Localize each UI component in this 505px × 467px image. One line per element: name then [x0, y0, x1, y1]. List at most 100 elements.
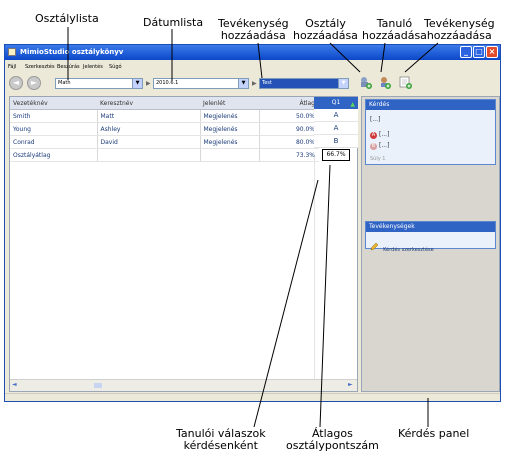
header-attendance[interactable]: Jelenlét: [200, 97, 259, 110]
separator-arrow-icon: ▶: [146, 80, 151, 87]
separator-arrow-icon: ▶: [252, 80, 257, 87]
callout-question-panel: Kérdés panel: [398, 427, 470, 440]
answer-b-text: [...]: [379, 142, 390, 149]
question-header[interactable]: Q1 ▲: [314, 97, 358, 109]
toolbar: ◄ ► Math ▼ ▶ 2010.6.1 ▼ ▶ Test ▼: [5, 72, 500, 94]
menu-file[interactable]: Fájl: [8, 64, 16, 70]
title-bar: MimioStudio osztálykönyv _ □ ×: [5, 45, 500, 60]
callout-student-answers: Tanulói válaszok kérdésenként: [176, 428, 266, 452]
callout-date-list: Dátumlista: [143, 16, 204, 29]
answer-cell[interactable]: B: [314, 135, 358, 148]
question-text: [...]: [370, 116, 381, 123]
cell-last-name[interactable]: Smith: [10, 109, 97, 123]
activities-box: Tevékenységek Kérdés szerkesztése: [365, 221, 496, 253]
callout-add-student-text: Tanuló hozzáadása: [362, 17, 427, 42]
cell-average: 80.0%: [258, 135, 319, 149]
window-title: MimioStudio osztálykönyv: [20, 48, 124, 56]
header-average[interactable]: Átlag: [259, 97, 319, 110]
scroll-right-icon[interactable]: ►: [348, 381, 353, 388]
minimize-button[interactable]: _: [460, 46, 472, 58]
callout-add-class-text: Osztály hozzáadása: [293, 17, 358, 42]
add-student-icon[interactable]: [378, 76, 391, 89]
close-button[interactable]: ×: [486, 46, 498, 58]
table-row[interactable]: Smith Matt Megjelenés 50.0%: [10, 109, 319, 123]
question-box: Kérdés [...] A [...] B [...] Súly 1: [365, 99, 496, 165]
add-activity-icon[interactable]: [399, 76, 412, 89]
maximize-button[interactable]: □: [473, 46, 485, 58]
horizontal-scrollbar[interactable]: ◄ ►: [10, 379, 357, 391]
cell-attendance[interactable]: Megjelenés: [199, 109, 259, 123]
table-header-row: Vezetéknév Keresztnév Jelenlét Átlag: [10, 97, 319, 110]
menu-help[interactable]: Súgó: [109, 64, 122, 70]
cell-average: 50.0%: [258, 109, 319, 123]
answer-cell[interactable]: A: [314, 122, 358, 135]
callout-student-answers-text: Tanulói válaszok kérdésenként: [176, 427, 266, 452]
callout-add-activity-2: Tevékenység hozzáadása: [424, 18, 495, 42]
activity-list-dropdown-icon[interactable]: ▼: [338, 79, 348, 88]
table-row[interactable]: Conrad David Megjelenés 80.0%: [10, 135, 319, 149]
class-average-value: 73.3%: [258, 148, 319, 162]
question-box-title: Kérdés: [366, 100, 495, 110]
activity-list-value: Test: [262, 80, 272, 86]
cell-last-name[interactable]: Young: [10, 122, 97, 136]
cell-last-name[interactable]: Conrad: [10, 135, 97, 149]
scroll-left-icon[interactable]: ◄: [12, 381, 17, 388]
cell-attendance[interactable]: Megjelenés: [199, 122, 259, 136]
table-row[interactable]: Young Ashley Megjelenés 90.0%: [10, 122, 319, 136]
cell-first-name[interactable]: David: [96, 135, 200, 149]
callout-add-activity-text: Tevékenység hozzáadása: [218, 17, 289, 42]
header-first-name[interactable]: Keresztnév: [97, 97, 200, 110]
callout-avg-class-score: Átlagos osztálypontszám: [286, 428, 379, 452]
cell-first-name[interactable]: Ashley: [96, 122, 200, 136]
back-button[interactable]: ◄: [9, 76, 23, 90]
callout-add-activity-2-text: Tevékenység hozzáadása: [424, 17, 495, 42]
correct-answer-badge: A: [370, 132, 377, 139]
answer-a: A [...]: [370, 131, 389, 139]
cell-average: 90.0%: [258, 122, 319, 136]
app-icon: [8, 48, 16, 56]
add-class-icon[interactable]: [359, 76, 372, 89]
class-average-label: Osztályátlag: [10, 148, 97, 162]
menu-insert[interactable]: Beszúrás: [57, 64, 80, 70]
forward-button[interactable]: ►: [27, 76, 41, 90]
app-window: MimioStudio osztálykönyv _ □ × Fájl Szer…: [4, 44, 501, 402]
menu-edit[interactable]: Szerkesztés: [25, 64, 55, 70]
edit-question-link[interactable]: Kérdés szerkesztése: [370, 236, 434, 255]
question-column[interactable]: Q1 ▲ A A B 66.7%: [314, 97, 358, 161]
empty-cell: [96, 148, 200, 162]
menu-report[interactable]: Jelentés: [83, 64, 103, 70]
score-weight: Súly 1: [370, 156, 386, 162]
date-list-combo[interactable]: 2010.6.1 ▼: [153, 78, 249, 89]
gradebook-grid: Vezetéknév Keresztnév Jelenlét Átlag Smi…: [9, 96, 358, 392]
callout-avg-class-score-text: Átlagos osztálypontszám: [286, 427, 379, 452]
status-bar: [5, 393, 500, 403]
date-list-dropdown-icon[interactable]: ▼: [238, 79, 248, 88]
answer-a-text: [...]: [379, 131, 390, 138]
date-list-value: 2010.6.1: [156, 80, 179, 86]
callout-add-class: Osztály hozzáadása: [293, 18, 358, 42]
cell-first-name[interactable]: Matt: [96, 109, 200, 123]
cell-attendance[interactable]: Megjelenés: [199, 135, 259, 149]
student-table: Vezetéknév Keresztnév Jelenlét Átlag Smi…: [10, 97, 319, 162]
class-list-combo[interactable]: Math ▼: [55, 78, 143, 89]
callout-add-student: Tanuló hozzáadása: [362, 18, 427, 42]
triangle-icon: ▲: [350, 101, 355, 108]
question-header-label: Q1: [331, 99, 341, 106]
class-list-value: Math: [58, 80, 71, 86]
answer-badge: B: [370, 143, 377, 150]
question-column-body: [314, 157, 359, 379]
empty-cell: [199, 148, 259, 162]
activity-list-combo[interactable]: Test ▼: [259, 78, 349, 89]
edit-question-text: Kérdés szerkesztése: [383, 247, 434, 253]
callout-class-list: Osztálylista: [35, 12, 99, 25]
class-average-row: Osztályátlag 73.3%: [10, 148, 319, 162]
callout-add-activity: Tevékenység hozzáadása: [218, 18, 289, 42]
menu-bar: Fájl Szerkesztés Beszúrás Jelentés Súgó: [5, 61, 500, 72]
header-last-name[interactable]: Vezetéknév: [10, 97, 97, 110]
scroll-thumb[interactable]: [94, 383, 102, 388]
pencil-icon: [370, 242, 379, 250]
question-panel: Kérdés [...] A [...] B [...] Súly 1 Tevéke…: [361, 96, 500, 392]
activities-box-title: Tevékenységek: [366, 222, 495, 232]
class-list-dropdown-icon[interactable]: ▼: [132, 79, 142, 88]
answer-b: B [...]: [370, 142, 389, 150]
